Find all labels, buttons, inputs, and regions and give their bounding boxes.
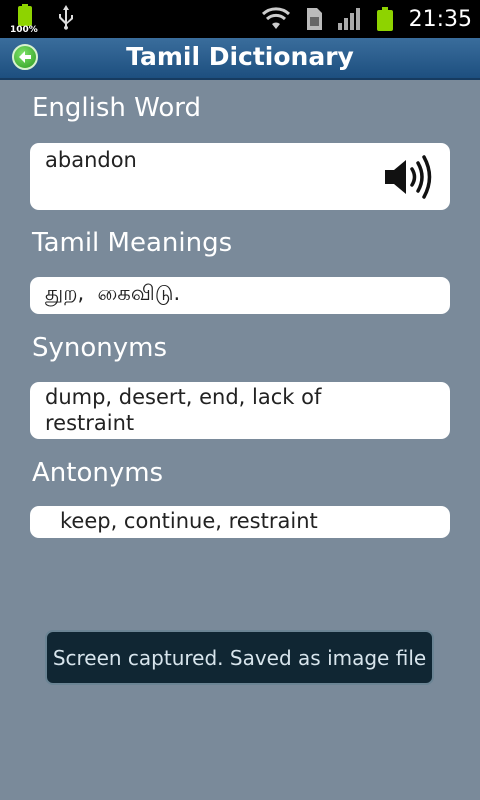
antonyms-field: keep, continue, restraint [30, 506, 450, 538]
tamil-meanings-label: Tamil Meanings [32, 228, 233, 258]
english-word-field[interactable]: abandon [30, 143, 450, 210]
status-bar: 100% 21:35 [0, 0, 480, 38]
synonyms-value-line1: dump, desert, end, lack of [45, 385, 322, 409]
usb-icon [59, 5, 73, 30]
english-word-label: English Word [32, 93, 201, 123]
title-bar: Tamil Dictionary [0, 38, 480, 80]
toast-message: Screen captured. Saved as image file [45, 630, 434, 685]
signal-icon [337, 8, 360, 30]
antonyms-label: Antonyms [32, 458, 164, 488]
battery-percent: 100% [10, 25, 38, 35]
sim-icon [306, 8, 322, 30]
synonyms-field: dump, desert, end, lack of restraint [30, 382, 450, 439]
wifi-icon [261, 7, 290, 29]
battery-icon [376, 7, 393, 31]
speaker-icon [385, 155, 432, 199]
synonyms-value-line2: restraint [45, 411, 135, 435]
page-title: Tamil Dictionary [126, 42, 354, 71]
battery-icon: 100% [10, 4, 40, 36]
speaker-button[interactable] [370, 145, 448, 208]
clock: 21:35 [408, 6, 472, 32]
english-word-value: abandon [45, 148, 137, 172]
synonyms-label: Synonyms [32, 333, 168, 363]
tamil-meanings-field: துற, கைவிடு. [30, 277, 450, 314]
